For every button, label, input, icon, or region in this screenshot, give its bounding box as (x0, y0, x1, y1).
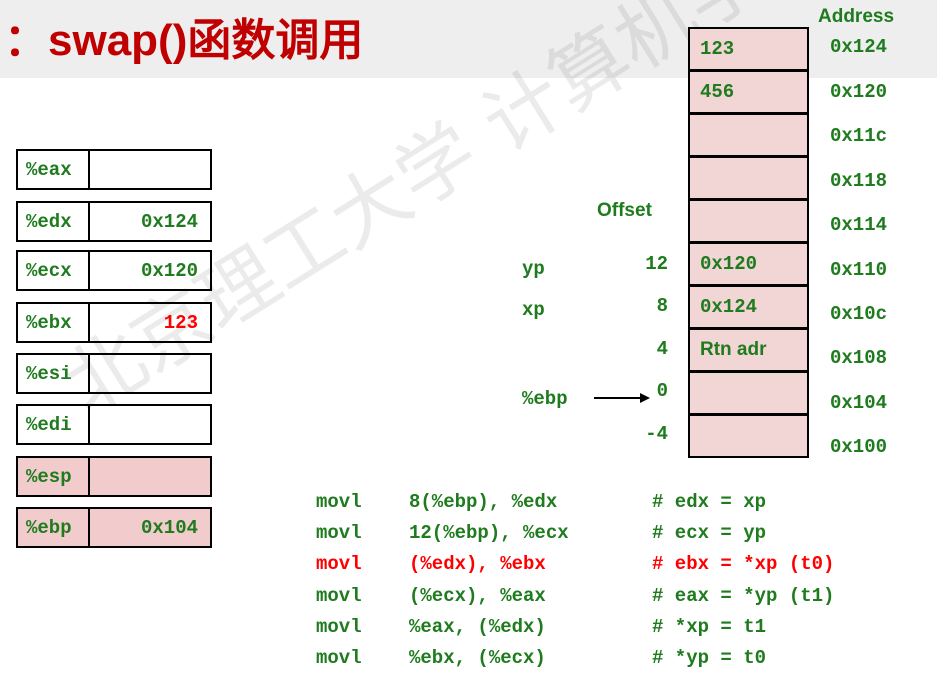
offset-label: 12 (645, 253, 668, 275)
register-value (90, 458, 210, 495)
register-value (90, 406, 210, 443)
register-name: %ecx (18, 252, 90, 289)
stack-cell (688, 113, 809, 157)
stack-cell: 456 (688, 70, 809, 114)
register-edi: %edi (16, 404, 212, 445)
address-label: 0x118 (830, 170, 888, 192)
code-line: movl (%ecx), %eax # eax = *yp (t1) (316, 585, 835, 607)
register-name: %ebp (18, 509, 90, 546)
code-line-highlighted: movl (%edx), %ebx # ebx = *xp (t0) (316, 553, 835, 575)
page-title: ：swap()函数调用 (4, 16, 364, 65)
register-name: %ebx (18, 304, 90, 341)
address-label: 0x120 (830, 81, 888, 103)
register-eax: %eax (16, 149, 212, 190)
ebp-label: %ebp (522, 388, 568, 410)
offset-label: 8 (656, 295, 668, 317)
stack-cell: 0x124 (688, 285, 809, 329)
address-label: 0x100 (830, 436, 888, 458)
stack-cell (688, 371, 809, 415)
address-label: 0x124 (830, 36, 888, 58)
register-value (90, 151, 210, 188)
stack-cell (688, 414, 809, 458)
register-ebp: %ebp 0x104 (16, 507, 212, 548)
register-edx: %edx 0x124 (16, 201, 212, 242)
address-label: 0x114 (830, 214, 888, 236)
offset-header: Offset (597, 200, 652, 221)
register-value: 0x120 (140, 259, 198, 282)
address-label: 0x11c (830, 125, 888, 147)
code-line: movl 12(%ebp), %ecx # ecx = yp (316, 522, 767, 544)
xp-label: xp (522, 299, 545, 321)
register-ecx: %ecx 0x120 (16, 250, 212, 291)
address-label: 0x104 (830, 392, 888, 414)
register-esp: %esp (16, 456, 212, 497)
arrow-icon (594, 393, 650, 403)
code-line: movl %eax, (%edx) # *xp = t1 (316, 616, 767, 638)
register-esi: %esi (16, 353, 212, 394)
register-value (90, 355, 210, 392)
offset-label: -4 (645, 423, 668, 445)
address-header: Address (818, 6, 895, 27)
address-label: 0x108 (830, 347, 888, 369)
register-value: 0x104 (140, 516, 198, 539)
stack-cell: Rtn adr (688, 328, 809, 372)
stack-cell (688, 156, 809, 200)
register-value: 0x124 (140, 210, 198, 233)
register-name: %edx (18, 203, 90, 240)
register-name: %esp (18, 458, 90, 495)
register-name: %eax (18, 151, 90, 188)
register-value: 123 (163, 311, 198, 334)
code-line: movl %ebx, (%ecx) # *yp = t0 (316, 647, 767, 669)
register-name: %esi (18, 355, 90, 392)
code-line: movl 8(%ebp), %edx # edx = xp (316, 491, 767, 513)
offset-label: 4 (656, 338, 668, 360)
address-label: 0x110 (830, 259, 888, 281)
register-ebx: %ebx 123 (16, 302, 212, 343)
register-name: %edi (18, 406, 90, 443)
yp-label: yp (522, 258, 545, 280)
address-label: 0x10c (830, 303, 888, 325)
stack-cell (688, 199, 809, 243)
stack-cell: 123 (688, 27, 809, 71)
stack-cell: 0x120 (688, 242, 809, 286)
